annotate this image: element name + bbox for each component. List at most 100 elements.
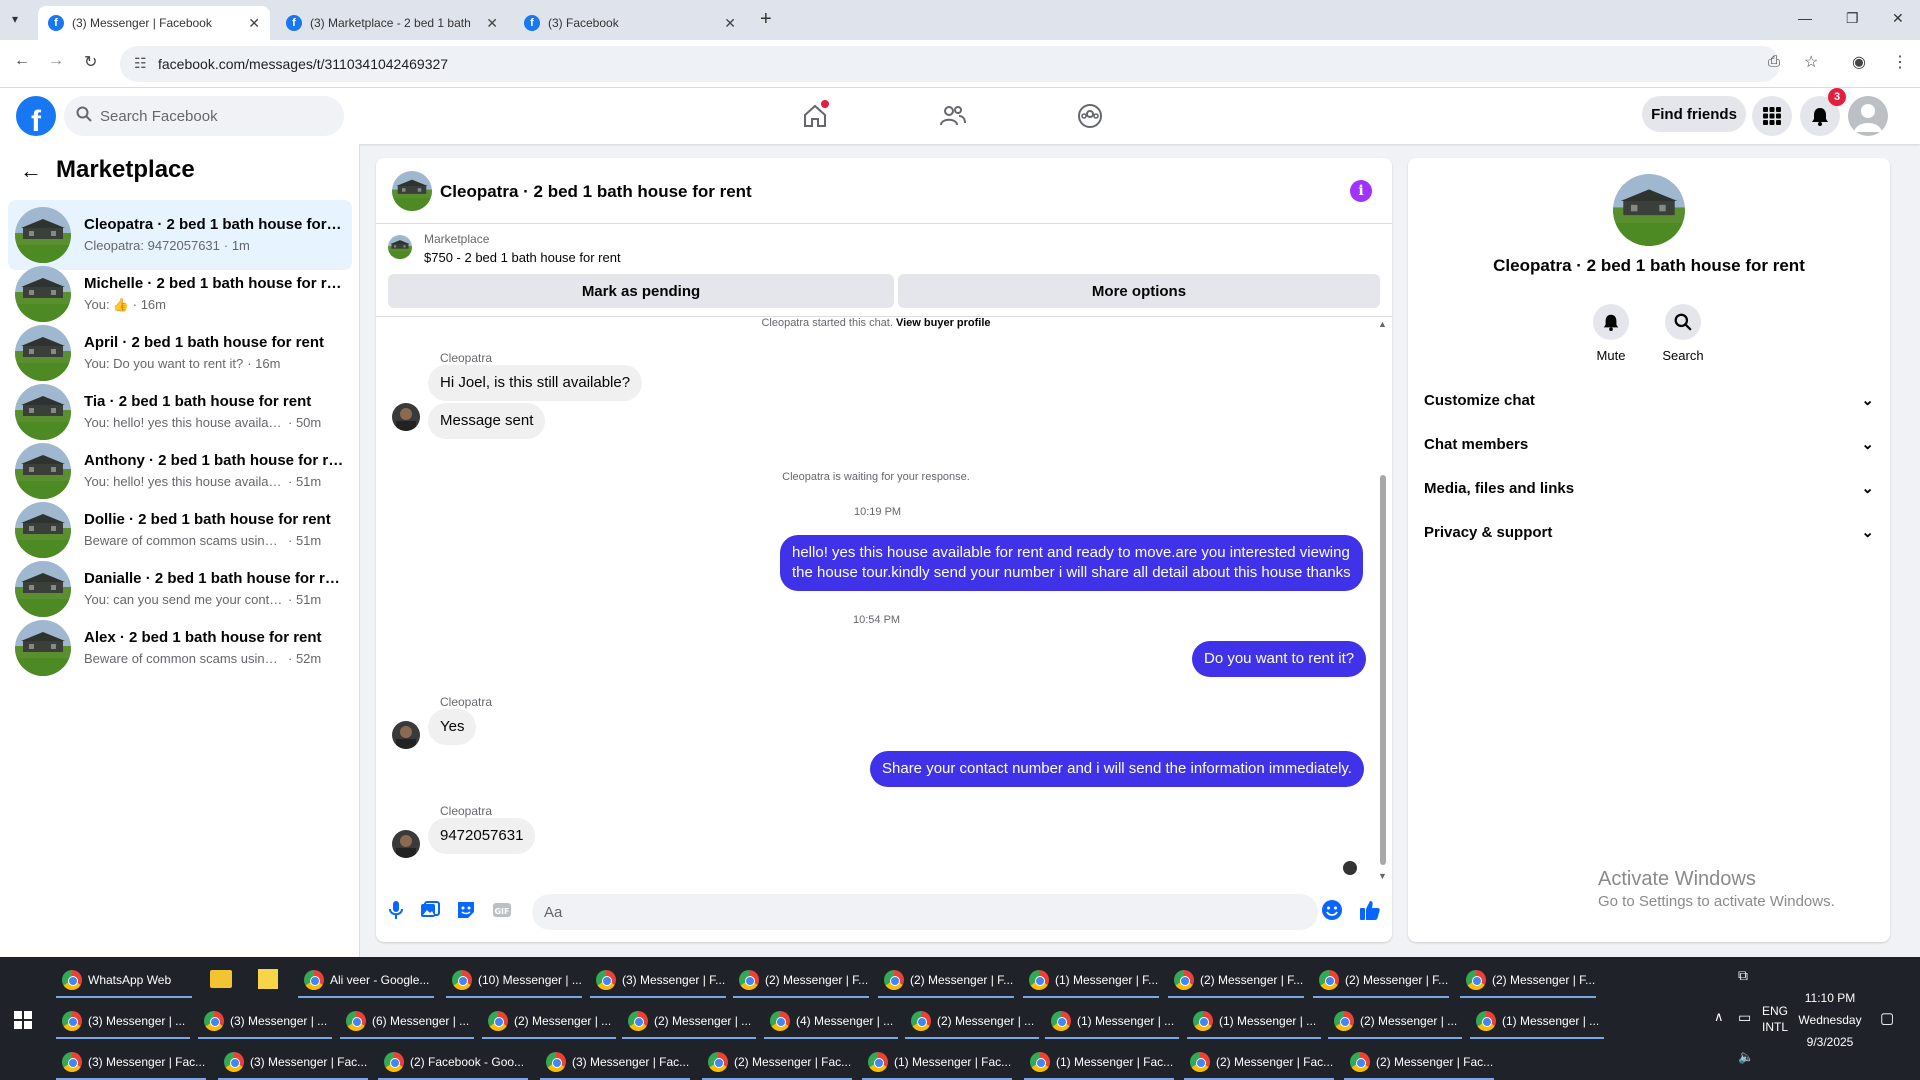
facebook-search-input[interactable]: Search Facebook [64,96,344,136]
sticky-notes-icon[interactable] [258,969,278,989]
chat-title[interactable]: Cleopatra · 2 bed 1 bath house for rent [440,182,752,202]
message-bubble-outgoing[interactable]: hello! yes this house available for rent… [780,535,1363,591]
back-arrow-icon[interactable]: ← [20,158,42,184]
chat-avatar[interactable] [392,171,432,211]
photo-icon[interactable] [418,898,442,922]
scroll-down-arrow-icon[interactable]: ▼ [1378,871,1387,881]
close-tab-icon[interactable]: ✕ [248,15,260,32]
taskbar-window-button[interactable]: (2) Messenger | ... [482,1005,616,1039]
thread-scrollbar[interactable]: ▲ ▼ [1378,319,1387,881]
taskbar-window-button[interactable]: (3) Messenger | ... [198,1005,332,1039]
menu-grid-icon[interactable] [1752,96,1792,136]
facebook-logo-icon[interactable]: f [16,96,56,136]
tab-facebook[interactable]: f (3) Facebook ✕ [514,6,746,40]
home-icon[interactable] [799,100,831,132]
message-input[interactable]: Aa [532,894,1318,930]
close-tab-icon[interactable]: ✕ [724,15,736,32]
message-bubble-incoming[interactable]: Yes [428,709,477,745]
taskbar-window-button[interactable]: (2) Messenger | F... [1168,964,1304,998]
volume-icon[interactable]: 🔈 [1738,1049,1754,1065]
taskbar-window-button[interactable]: (1) Messenger | ... [1045,1005,1179,1039]
reload-icon[interactable]: ↻ [84,52,97,72]
taskbar-window-button[interactable]: (2) Messenger | F... [1313,964,1449,998]
restore-icon[interactable]: ❐ [1846,10,1859,27]
taskbar-window-button[interactable]: (2) Messenger | Fac... [1344,1046,1494,1080]
tab-marketplace[interactable]: f (3) Marketplace - 2 bed 1 bath ✕ [276,6,508,40]
sticker-icon[interactable] [454,898,478,922]
taskbar-window-button[interactable]: (4) Messenger | ... [764,1005,898,1039]
show-hidden-icons-icon[interactable]: ∧ [1714,1009,1724,1025]
file-explorer-icon[interactable] [210,970,232,988]
scrollbar-thumb[interactable] [1380,475,1386,865]
clock[interactable]: 11:10 PM Wednesday 9/3/2025 [1796,987,1864,1053]
network-icon[interactable]: ▭ [1738,1009,1751,1026]
scroll-up-arrow-icon[interactable]: ▲ [1378,319,1387,329]
message-bubble-outgoing[interactable]: Do you want to rent it? [1192,641,1367,677]
tab-search-chevron-icon[interactable]: ▾ [12,12,18,26]
new-tab-button[interactable]: + [760,8,772,31]
profile-icon[interactable]: ◉ [1852,52,1866,72]
customize-chat-row[interactable]: Customize chat ⌄ [1424,382,1874,418]
message-bubble-incoming[interactable]: Message sent [428,403,546,439]
taskbar-window-button[interactable]: (3) Messenger | F... [590,964,726,998]
chat-members-row[interactable]: Chat members ⌄ [1424,426,1874,462]
taskbar-window-button[interactable]: (1) Messenger | Fac... [1024,1046,1174,1080]
message-bubble-outgoing[interactable]: Share your contact number and i will sen… [870,751,1364,787]
site-info-icon[interactable]: ☷ [134,55,147,72]
taskbar-window-button[interactable]: (2) Messenger | ... [905,1005,1039,1039]
taskbar-window-button[interactable]: (1) Messenger | ... [1187,1005,1321,1039]
panel-avatar[interactable] [1613,174,1685,246]
minimize-icon[interactable]: — [1798,10,1812,26]
task-view-icon[interactable]: ⧉ [1738,967,1748,984]
browser-menu-icon[interactable]: ⋮ [1892,52,1908,72]
notification-center-icon[interactable]: ▢ [1880,1009,1894,1027]
find-friends-button[interactable]: Find friends [1642,96,1746,132]
taskbar-window-button[interactable]: (2) Messenger | F... [878,964,1014,998]
groups-icon[interactable] [1074,100,1106,132]
taskbar-window-button[interactable]: (2) Facebook - Goo... [378,1046,528,1080]
taskbar-window-button[interactable]: Ali veer - Google... [298,964,434,998]
account-avatar[interactable] [1848,96,1888,136]
taskbar-window-button[interactable]: (2) Messenger | ... [1328,1005,1462,1039]
taskbar-window-button[interactable]: (3) Messenger | Fac... [218,1046,368,1080]
taskbar-window-button[interactable]: (2) Messenger | F... [733,964,869,998]
view-buyer-profile-link[interactable]: View buyer profile [896,317,991,329]
gif-icon[interactable]: GIF [490,898,514,922]
input-language[interactable]: ENG INTL [1762,1003,1788,1035]
media-files-links-row[interactable]: Media, files and links ⌄ [1424,470,1874,506]
taskbar-window-button[interactable]: (3) Messenger | Fac... [540,1046,690,1080]
message-bubble-incoming[interactable]: Hi Joel, is this still available? [428,365,643,401]
taskbar-window-button[interactable]: (2) Messenger | F... [1460,964,1596,998]
forward-arrow-icon[interactable]: → [48,52,64,70]
taskbar-window-button[interactable]: (2) Messenger | Fac... [702,1046,852,1080]
tab-messenger[interactable]: f (3) Messenger | Facebook ✕ [38,6,270,40]
friends-icon[interactable] [937,100,969,132]
search-in-chat-button[interactable]: Search [1653,304,1713,363]
taskbar-window-button[interactable]: (1) Messenger | F... [1023,964,1159,998]
windows-start-icon[interactable] [14,1011,32,1034]
install-app-icon[interactable]: ⎙ [1768,53,1780,70]
close-window-icon[interactable]: ✕ [1892,10,1904,27]
taskbar-window-button[interactable]: WhatsApp Web [56,964,192,998]
mute-button[interactable]: Mute [1581,304,1641,363]
conversation-item[interactable]: Alex · 2 bed 1 bath house for rent Beware… [8,613,352,683]
more-options-button[interactable]: More options [898,274,1380,308]
taskbar-window-button[interactable]: (6) Messenger | ... [340,1005,474,1039]
taskbar-window-button[interactable]: (1) Messenger | ... [1470,1005,1604,1039]
emoji-icon[interactable] [1320,898,1344,922]
mark-as-pending-button[interactable]: Mark as pending [388,274,894,308]
taskbar-window-button[interactable]: (2) Messenger | Fac... [1184,1046,1334,1080]
microphone-icon[interactable] [384,898,408,922]
thumbs-up-icon[interactable] [1358,898,1382,922]
taskbar-window-button[interactable]: (1) Messenger | Fac... [862,1046,1012,1080]
taskbar-window-button[interactable]: (3) Messenger | ... [56,1005,190,1039]
close-tab-icon[interactable]: ✕ [486,15,498,32]
privacy-support-row[interactable]: Privacy & support ⌄ [1424,514,1874,550]
info-icon[interactable]: i [1350,180,1372,202]
back-arrow-icon[interactable]: ← [14,52,30,70]
taskbar-window-button[interactable]: (2) Messenger | ... [622,1005,756,1039]
message-bubble-incoming[interactable]: 9472057631 [428,818,536,854]
taskbar-window-button[interactable]: (3) Messenger | Fac... [56,1046,206,1080]
url-field[interactable]: ☷ facebook.com/messages/t/31103410424693… [120,46,1780,82]
taskbar-window-button[interactable]: (10) Messenger | ... [446,964,582,998]
